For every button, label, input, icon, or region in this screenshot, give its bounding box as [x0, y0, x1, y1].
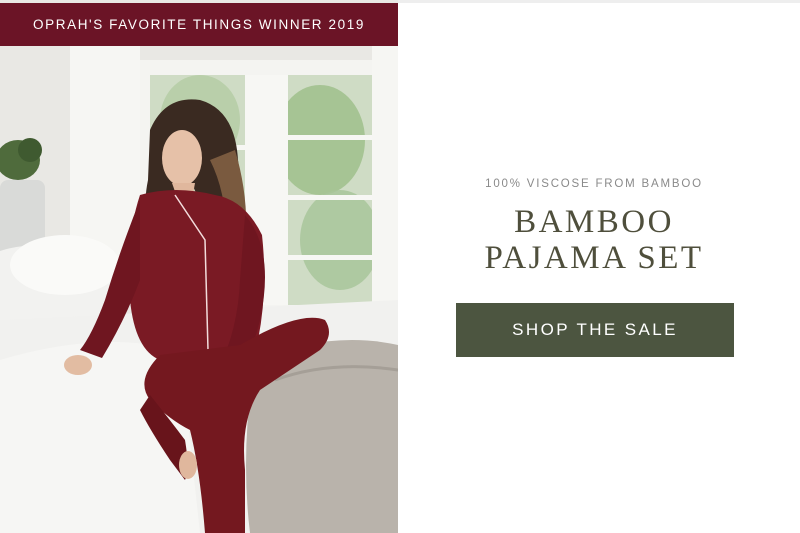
promo-panel: 100% VISCOSE FROM BAMBOO BAMBOO PAJAMA S… — [398, 0, 800, 533]
award-banner: OPRAH'S FAVORITE THINGS WINNER 2019 — [0, 3, 398, 46]
hero-photo[interactable]: OPRAH'S FAVORITE THINGS WINNER 2019 — [0, 0, 398, 533]
shop-the-sale-button[interactable]: SHOP THE SALE — [456, 303, 734, 357]
product-title: BAMBOO PAJAMA SET — [398, 204, 790, 276]
woman-in-pajamas-photo — [0, 0, 398, 533]
product-material-label: 100% VISCOSE FROM BAMBOO — [485, 178, 703, 190]
product-title-line-2: PAJAMA SET — [484, 240, 704, 276]
product-title-line-1: BAMBOO — [514, 204, 674, 240]
